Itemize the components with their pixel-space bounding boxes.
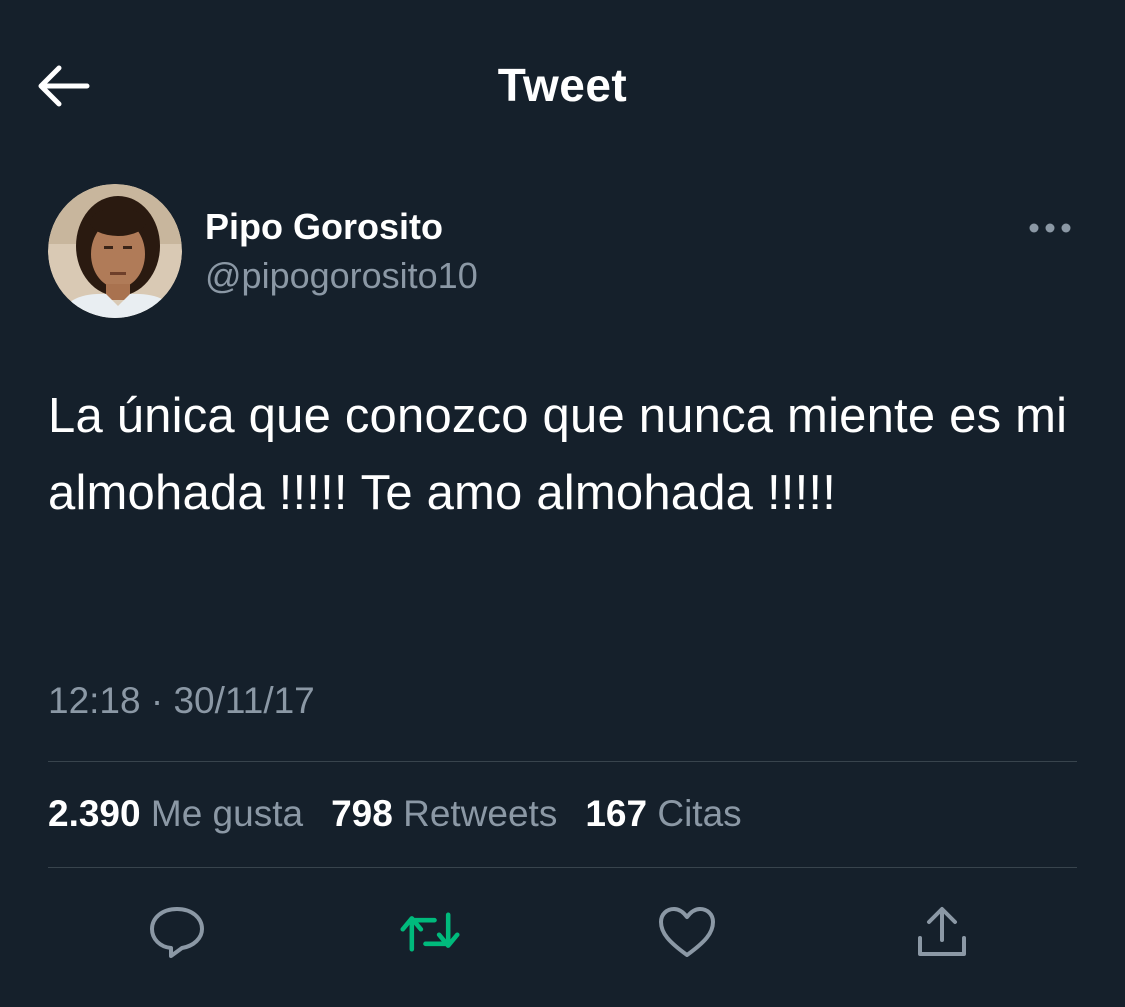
reply-icon [150,907,204,958]
divider [48,867,1077,868]
more-horizontal-icon [1029,223,1071,233]
tweet-timestamp[interactable]: 12:18 · 30/11/17 [48,680,315,722]
top-bar: Tweet [0,0,1125,170]
divider [48,761,1077,762]
quotes-label: Citas [657,793,742,834]
quotes-count: 167 [585,793,648,834]
more-options-button[interactable] [1022,208,1078,248]
author-handle[interactable]: @pipogorosito10 [205,255,478,297]
reply-button[interactable] [147,902,207,962]
likes-stat[interactable]: 2.390 Me gusta [48,793,303,835]
avatar-photo [48,184,182,318]
like-icon [659,907,715,957]
avatar[interactable] [48,184,182,318]
retweets-label: Retweets [403,793,558,834]
tweet-text: La única que conozco que nunca miente es… [48,389,1068,520]
share-button[interactable] [912,902,972,962]
page-title: Tweet [497,59,628,111]
retweets-count: 798 [331,793,393,834]
retweet-button[interactable] [400,902,460,962]
likes-label: Me gusta [150,793,304,834]
retweets-stat[interactable]: 798 Retweets [331,793,557,835]
like-button[interactable] [657,902,717,962]
quotes-stat[interactable]: 167 Citas [585,793,741,835]
author-display-name[interactable]: Pipo Gorosito [205,206,443,248]
retweet-icon [400,912,460,952]
share-icon [918,907,966,956]
likes-count: 2.390 [48,793,141,834]
engagement-stats: 2.390 Me gusta 798 Retweets 167 Citas [48,793,742,835]
